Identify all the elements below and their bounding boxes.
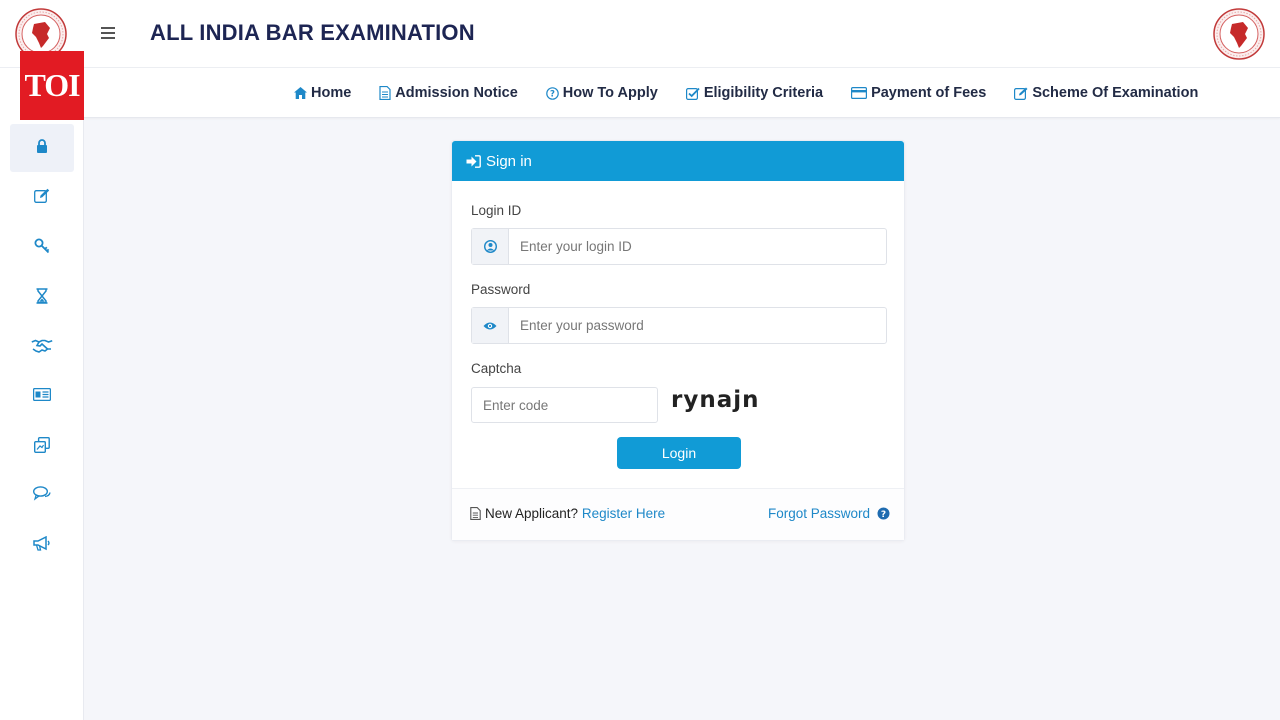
sidebar-item-chat[interactable]: [10, 472, 74, 520]
megaphone-icon: [33, 535, 51, 556]
new-applicant: New Applicant? Register Here: [470, 506, 665, 521]
sidebar-item-handshake[interactable]: [10, 324, 74, 372]
sidebar-item-copy[interactable]: [10, 423, 74, 471]
chat-icon: [32, 486, 51, 506]
document-icon: [470, 507, 481, 520]
edit-icon: [1014, 87, 1028, 100]
sidebar-item-login[interactable]: [10, 124, 74, 172]
edit-icon: [34, 188, 50, 208]
user-circle-icon: [472, 229, 509, 264]
login-id-label: Login ID: [471, 203, 522, 218]
nav-label: Payment of Fees: [871, 85, 987, 101]
signin-footer: New Applicant? Register Here Forgot Pass…: [452, 488, 904, 540]
nav-admission-notice[interactable]: Admission Notice: [379, 85, 518, 101]
id-card-icon: [32, 387, 52, 406]
main-nav: Home Admission Notice ? How To Apply Eli…: [84, 68, 1280, 118]
toi-badge: TOI: [20, 51, 84, 120]
check-square-icon: [685, 87, 700, 100]
sidebar-item-announcements[interactable]: [10, 522, 74, 570]
hamburger-icon[interactable]: [101, 22, 119, 44]
question-circle-icon[interactable]: ?: [877, 507, 890, 520]
new-applicant-text: New Applicant?: [485, 506, 579, 521]
svg-text:?: ?: [550, 89, 555, 99]
handshake-icon: [31, 339, 53, 358]
login-button[interactable]: Login: [617, 437, 741, 469]
copy-icon: [33, 436, 50, 458]
signin-card: Sign in Login ID Password Captcha rynajn…: [451, 140, 905, 541]
captcha-code: rynajn: [671, 387, 760, 413]
nav-payment-of-fees[interactable]: Payment of Fees: [851, 85, 986, 101]
eye-icon[interactable]: [472, 308, 509, 343]
captcha-label: Captcha: [471, 361, 522, 376]
signin-header: Sign in: [452, 141, 904, 181]
nav-label: Scheme Of Examination: [1032, 85, 1199, 101]
home-icon: [294, 87, 307, 99]
question-circle-icon: ?: [545, 86, 559, 100]
nav-how-to-apply[interactable]: ? How To Apply: [545, 85, 658, 101]
forgot-password-link[interactable]: Forgot Password: [768, 506, 870, 521]
captcha-input[interactable]: [471, 387, 658, 423]
sidebar: [0, 68, 84, 720]
page-title: ALL INDIA BAR EXAMINATION: [150, 20, 475, 45]
nav-label: Home: [311, 85, 352, 101]
nav-scheme-of-examination[interactable]: Scheme Of Examination: [1014, 85, 1198, 101]
credit-card-icon: [851, 87, 868, 99]
key-icon: [34, 238, 50, 259]
forgot-password: Forgot Password ?: [768, 506, 890, 521]
password-label: Password: [471, 282, 531, 297]
nav-label: How To Apply: [562, 85, 658, 101]
nav-label: Admission Notice: [395, 85, 518, 101]
sign-in-icon: [466, 154, 481, 168]
login-id-input[interactable]: [509, 229, 886, 264]
svg-text:?: ?: [881, 510, 886, 520]
hourglass-icon: [36, 287, 48, 309]
lock-icon: [36, 138, 48, 158]
register-link[interactable]: Register Here: [582, 506, 665, 521]
sidebar-item-hourglass[interactable]: [10, 274, 74, 322]
top-header: ALL INDIA BAR EXAMINATION: [0, 0, 1280, 68]
login-id-group: [471, 228, 887, 265]
document-icon: [379, 86, 391, 100]
nav-eligibility-criteria[interactable]: Eligibility Criteria: [685, 85, 824, 101]
nav-home[interactable]: Home: [294, 85, 351, 101]
password-group: [471, 307, 887, 344]
sidebar-item-edit[interactable]: [10, 174, 74, 222]
nav-label: Eligibility Criteria: [703, 85, 824, 101]
bar-council-logo-right[interactable]: [1212, 7, 1266, 61]
sidebar-item-id-card[interactable]: [10, 373, 74, 421]
sidebar-item-key[interactable]: [10, 224, 74, 272]
password-input[interactable]: [509, 308, 886, 343]
signin-heading: Sign in: [486, 152, 532, 170]
